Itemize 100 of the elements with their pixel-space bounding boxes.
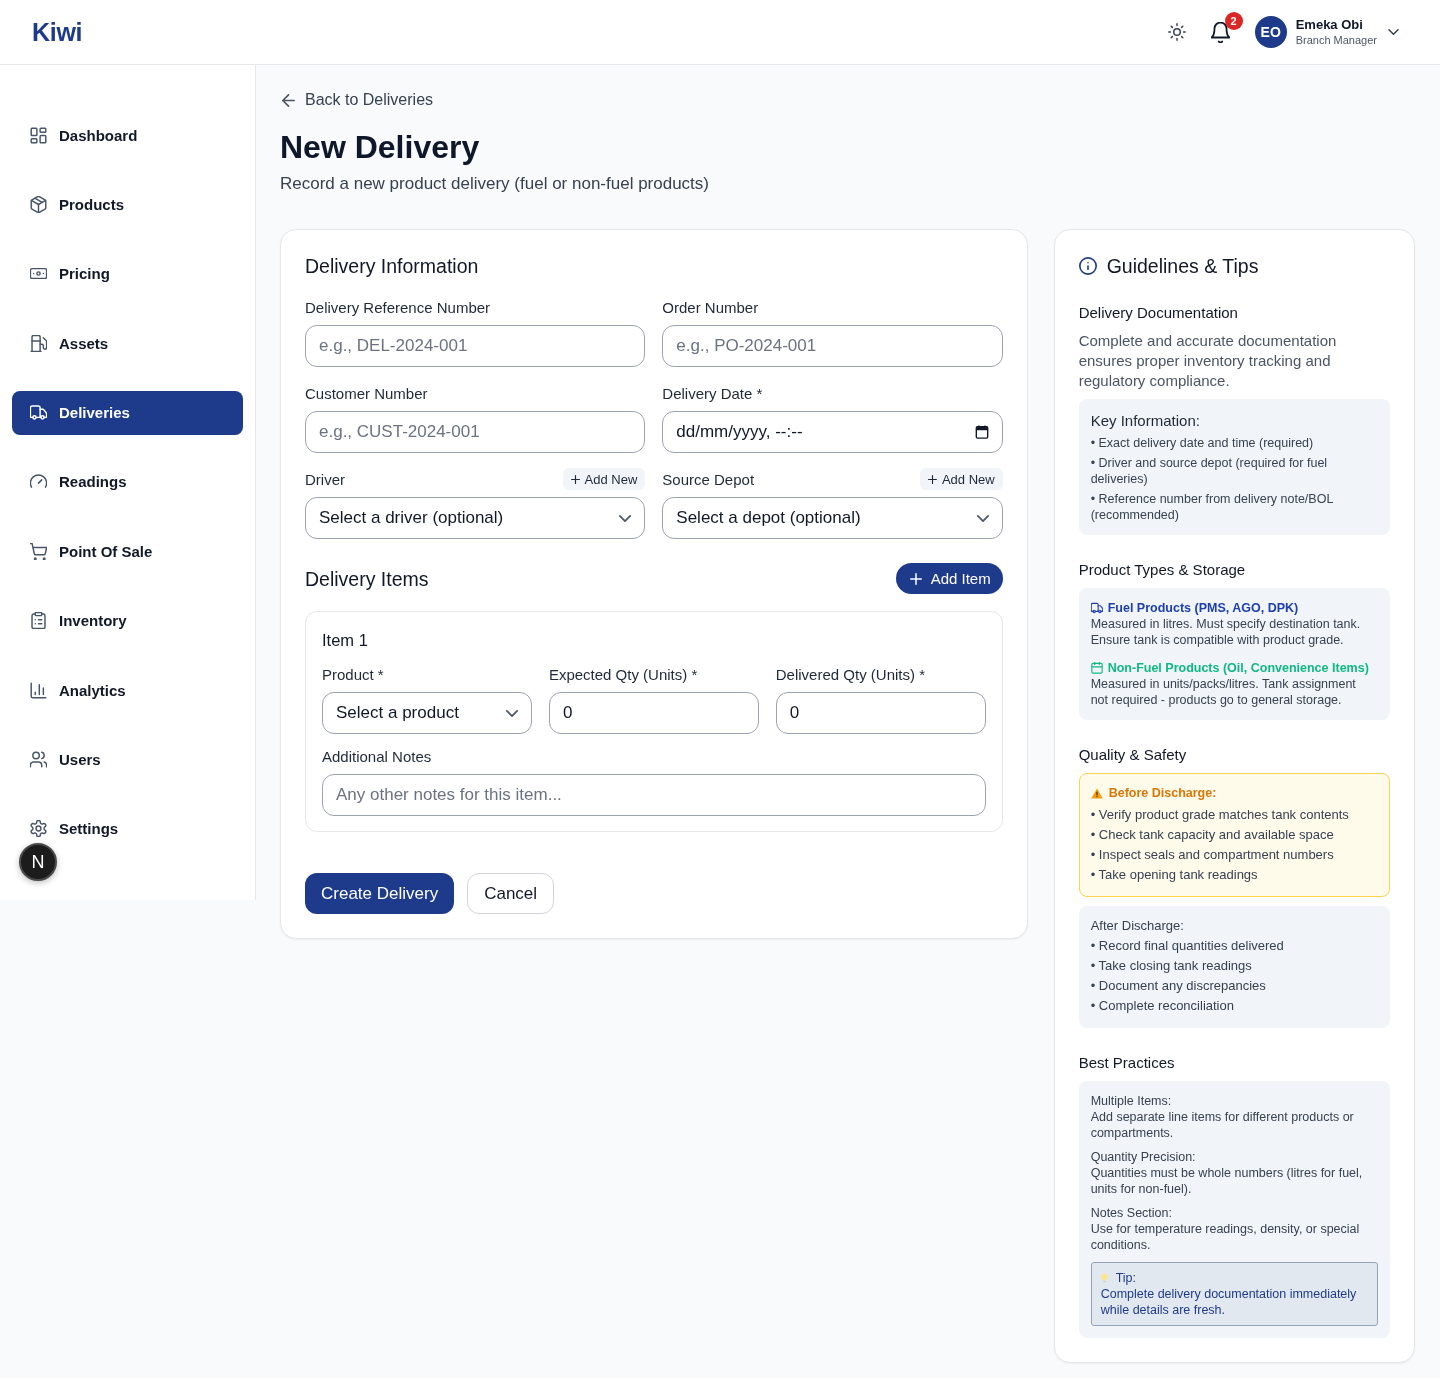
text-field[interactable]: e.g., DEL-2024-001: [305, 325, 646, 367]
field-label: Product *: [322, 665, 384, 683]
nav-item[interactable]: Dashboard: [12, 113, 243, 157]
bullet-text: • Document any discrepancies: [1090, 977, 1267, 995]
date-time-field[interactable]: dd/mm/yyyy, --:--: [662, 411, 1003, 453]
bullet-text: • Complete reconciliation: [1090, 997, 1235, 1015]
bullet-text: • Driver and source depot (required for fuel deliveries): [1090, 455, 1329, 487]
entry-title: Non-Fuel Products (Oil, Convenience Items): [1107, 660, 1369, 676]
user-avatar[interactable]: EO: [1254, 16, 1287, 48]
bullet-text: • Inspect seals and compartment numbers: [1090, 846, 1335, 864]
chevron-down-icon: [976, 514, 989, 522]
section-title: Delivery Information: [305, 254, 480, 278]
grid-icon: [30, 126, 47, 144]
bullet-text: • Verify product grade matches tank contents: [1090, 806, 1350, 824]
field-label: Delivery Reference Number: [305, 298, 491, 316]
section-title: Guidelines & Tips: [1106, 254, 1259, 278]
plus-icon: [570, 474, 580, 484]
section-heading: Delivery Documentation: [1078, 303, 1239, 323]
cancel-button[interactable]: Cancel: [467, 873, 555, 914]
sun-icon[interactable]: [1167, 23, 1186, 41]
select-field[interactable]: Select a product: [322, 692, 532, 734]
text-field[interactable]: e.g., CUST-2024-001: [305, 411, 646, 453]
bar-chart-icon: [30, 681, 47, 699]
chevron-down-icon[interactable]: [1388, 29, 1399, 35]
nav-item[interactable]: Users: [12, 737, 243, 782]
add-item-button[interactable]: Add Item: [895, 563, 1003, 594]
user-name: Emeka Obi: [1295, 16, 1364, 33]
fuel-pump-icon: [30, 334, 47, 352]
bullet-text: • Take closing tank readings: [1090, 957, 1253, 975]
select-field[interactable]: Select a driver (optional): [305, 497, 646, 539]
cube-icon: [30, 195, 47, 213]
entry-text: Measured in litres. Must specify destination tank. Ensure tank is compatible with product grade.: [1090, 616, 1362, 648]
entry-title: Multiple Items:: [1090, 1093, 1173, 1109]
field-label: Delivered Qty (Units) *: [775, 665, 925, 683]
entry-title: Notes Section:: [1090, 1205, 1173, 1221]
chevron-down-icon: [619, 514, 632, 522]
number-field[interactable]: 0: [548, 692, 759, 734]
entry-text: Add separate line items for different products or compartments.: [1090, 1109, 1355, 1141]
nav-item[interactable]: Readings: [12, 459, 243, 504]
warning-icon: [1090, 787, 1103, 799]
section-title: Delivery Items: [305, 566, 429, 591]
nav-item[interactable]: Pricing: [12, 251, 243, 296]
calendar-icon: [974, 425, 989, 439]
back-link[interactable]: Back to Deliveries: [280, 89, 434, 111]
field-label: Customer Number: [305, 384, 428, 402]
select-field[interactable]: Select a depot (optional): [662, 497, 1003, 539]
entry-text: Quantities must be whole numbers (litres for fuel, units for non-fuel).: [1090, 1165, 1364, 1197]
nav-item[interactable]: Analytics: [12, 668, 243, 713]
add-new-button[interactable]: Add New: [562, 468, 646, 490]
nav-item[interactable]: Point Of Sale: [12, 529, 243, 574]
field-label: Source Depot: [662, 470, 755, 488]
nav-item[interactable]: Assets: [12, 321, 243, 366]
chevron-down-icon: [505, 709, 518, 717]
lightbulb-icon: [1100, 1273, 1108, 1283]
nav-item[interactable]: Products: [12, 182, 243, 227]
users-icon: [30, 751, 47, 768]
number-field[interactable]: 0: [775, 692, 986, 734]
field-label: Driver: [305, 470, 345, 488]
calendar-icon: [1090, 662, 1103, 674]
gauge-icon: [30, 473, 47, 491]
plus-icon: [909, 572, 922, 585]
truck-icon: [1090, 602, 1103, 614]
entry-title: Quantity Precision:: [1090, 1149, 1197, 1165]
logo[interactable]: Kiwi: [32, 17, 83, 47]
bullet-text: • Exact delivery date and time (required): [1090, 435, 1315, 451]
add-new-button[interactable]: Add New: [919, 468, 1003, 490]
tip-title: Tip:: [1115, 1270, 1137, 1286]
entry-title: Fuel Products (PMS, AGO, DPK): [1107, 600, 1299, 616]
bullet-text: • Reference number from delivery note/BOL (recommended): [1090, 491, 1334, 523]
section-heading: Best Practices: [1078, 1053, 1176, 1073]
cart-icon: [30, 542, 47, 560]
settings-icon: [30, 820, 47, 838]
item-title: Item 1: [322, 630, 369, 651]
page-title: New Delivery: [280, 128, 481, 166]
bullet-text: • Record final quantities delivered: [1090, 937, 1285, 955]
field-label: Delivery Date *: [662, 384, 763, 402]
box-title: After Discharge:: [1090, 918, 1185, 934]
nav-item[interactable]: Deliveries: [12, 390, 243, 435]
plus-icon: [927, 474, 937, 484]
clipboard-icon: [30, 612, 47, 630]
section-heading: Quality & Safety: [1078, 745, 1188, 765]
field-label: Expected Qty (Units) *: [548, 665, 698, 683]
bullet-text: • Check tank capacity and available space: [1090, 826, 1335, 844]
notes-field[interactable]: Any other notes for this item...: [322, 774, 986, 816]
tip-text: Complete delivery documentation immediately while details are fresh.: [1100, 1286, 1358, 1318]
description-text: Complete and accurate documentation ensures proper inventory tracking and regulatory compliance.: [1078, 331, 1338, 391]
bullet-text: • Take opening tank readings: [1090, 866, 1259, 884]
arrow-left-icon: [282, 93, 295, 107]
box-title: Key Information:: [1090, 411, 1201, 431]
entry-text: Measured in units/packs/litres. Tank assignment not required - products go to general storage.: [1090, 676, 1357, 708]
nav-item[interactable]: Inventory: [12, 598, 243, 643]
bell-icon[interactable]: [1210, 21, 1230, 43]
truck-icon: [30, 404, 47, 422]
notification-badge: 2: [1224, 11, 1243, 30]
field-label: Order Number: [662, 298, 759, 316]
create-button[interactable]: Create Delivery: [305, 873, 455, 914]
section-heading: Product Types & Storage: [1078, 560, 1247, 580]
info-icon: [1078, 257, 1097, 275]
text-field[interactable]: e.g., PO-2024-001: [662, 325, 1003, 367]
field-label: Additional Notes: [322, 747, 432, 765]
